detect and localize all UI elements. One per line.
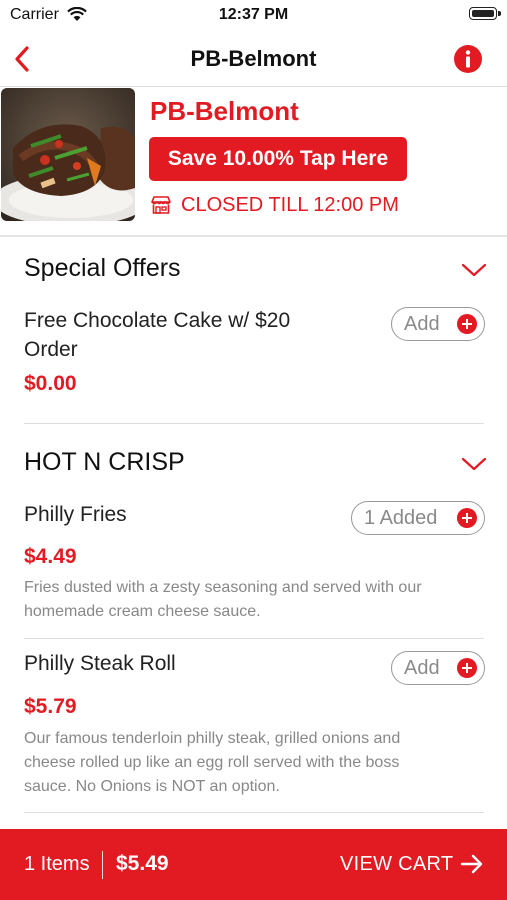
menu-item-price: $4.49 (24, 545, 77, 568)
menu-item-name: Free Chocolate Cake w/ $20 Order (24, 309, 291, 361)
add-button[interactable]: Add (391, 651, 485, 685)
navigation-bar: PB-Belmont (0, 32, 507, 87)
restaurant-name: PB-Belmont (150, 96, 299, 126)
menu-item-price: $5.79 (24, 695, 77, 718)
section-title-special-offers[interactable]: Special Offers (24, 254, 181, 283)
plus-icon (457, 508, 477, 528)
divider (24, 638, 484, 639)
menu-item-description: Our famous tenderloin philly steak, gril… (24, 730, 401, 795)
add-button-label: Add (404, 312, 440, 335)
promo-button[interactable]: Save 10.00% Tap Here (149, 137, 407, 181)
cart-item-count: 1 Items (24, 853, 90, 875)
menu-item-name: Philly Fries (24, 503, 127, 526)
add-button[interactable]: Add (391, 307, 485, 341)
view-cart-button[interactable]: VIEW CART (340, 853, 453, 876)
divider (24, 812, 484, 813)
plus-icon (457, 658, 477, 678)
cart-total: $5.49 (116, 852, 169, 875)
view-cart-bar[interactable]: 1 Items $5.49 VIEW CART (0, 829, 507, 900)
menu-item-description: Fries dusted with a zesty seasoning and … (24, 579, 422, 620)
status-bar: Carrier 12:37 PM (0, 0, 507, 30)
store-status: CLOSED TILL 12:00 PM (150, 192, 399, 218)
info-icon[interactable] (453, 44, 483, 74)
add-button-label: Add (404, 656, 440, 679)
menu-item-name: Philly Steak Roll (24, 652, 176, 675)
add-button-label: 1 Added (364, 506, 438, 529)
chevron-down-icon[interactable] (461, 456, 487, 472)
add-button[interactable]: 1 Added (351, 501, 485, 535)
restaurant-photo (1, 88, 135, 221)
page-title: PB-Belmont (190, 46, 317, 71)
chevron-down-icon[interactable] (461, 262, 487, 278)
storefront-icon (151, 196, 171, 214)
store-status-text: CLOSED TILL 12:00 PM (181, 193, 399, 216)
divider (24, 423, 484, 424)
arrow-right-icon (460, 854, 483, 874)
divider (102, 851, 103, 879)
restaurant-header: PB-Belmont Save 10.00% Tap Here CLOSED T… (0, 87, 507, 237)
battery-icon (469, 7, 501, 20)
menu-item-price: $0.00 (24, 372, 77, 395)
section-title-hot-n-crisp[interactable]: HOT N CRISP (24, 448, 185, 477)
plus-icon (457, 314, 477, 334)
clock: 12:37 PM (218, 6, 289, 23)
